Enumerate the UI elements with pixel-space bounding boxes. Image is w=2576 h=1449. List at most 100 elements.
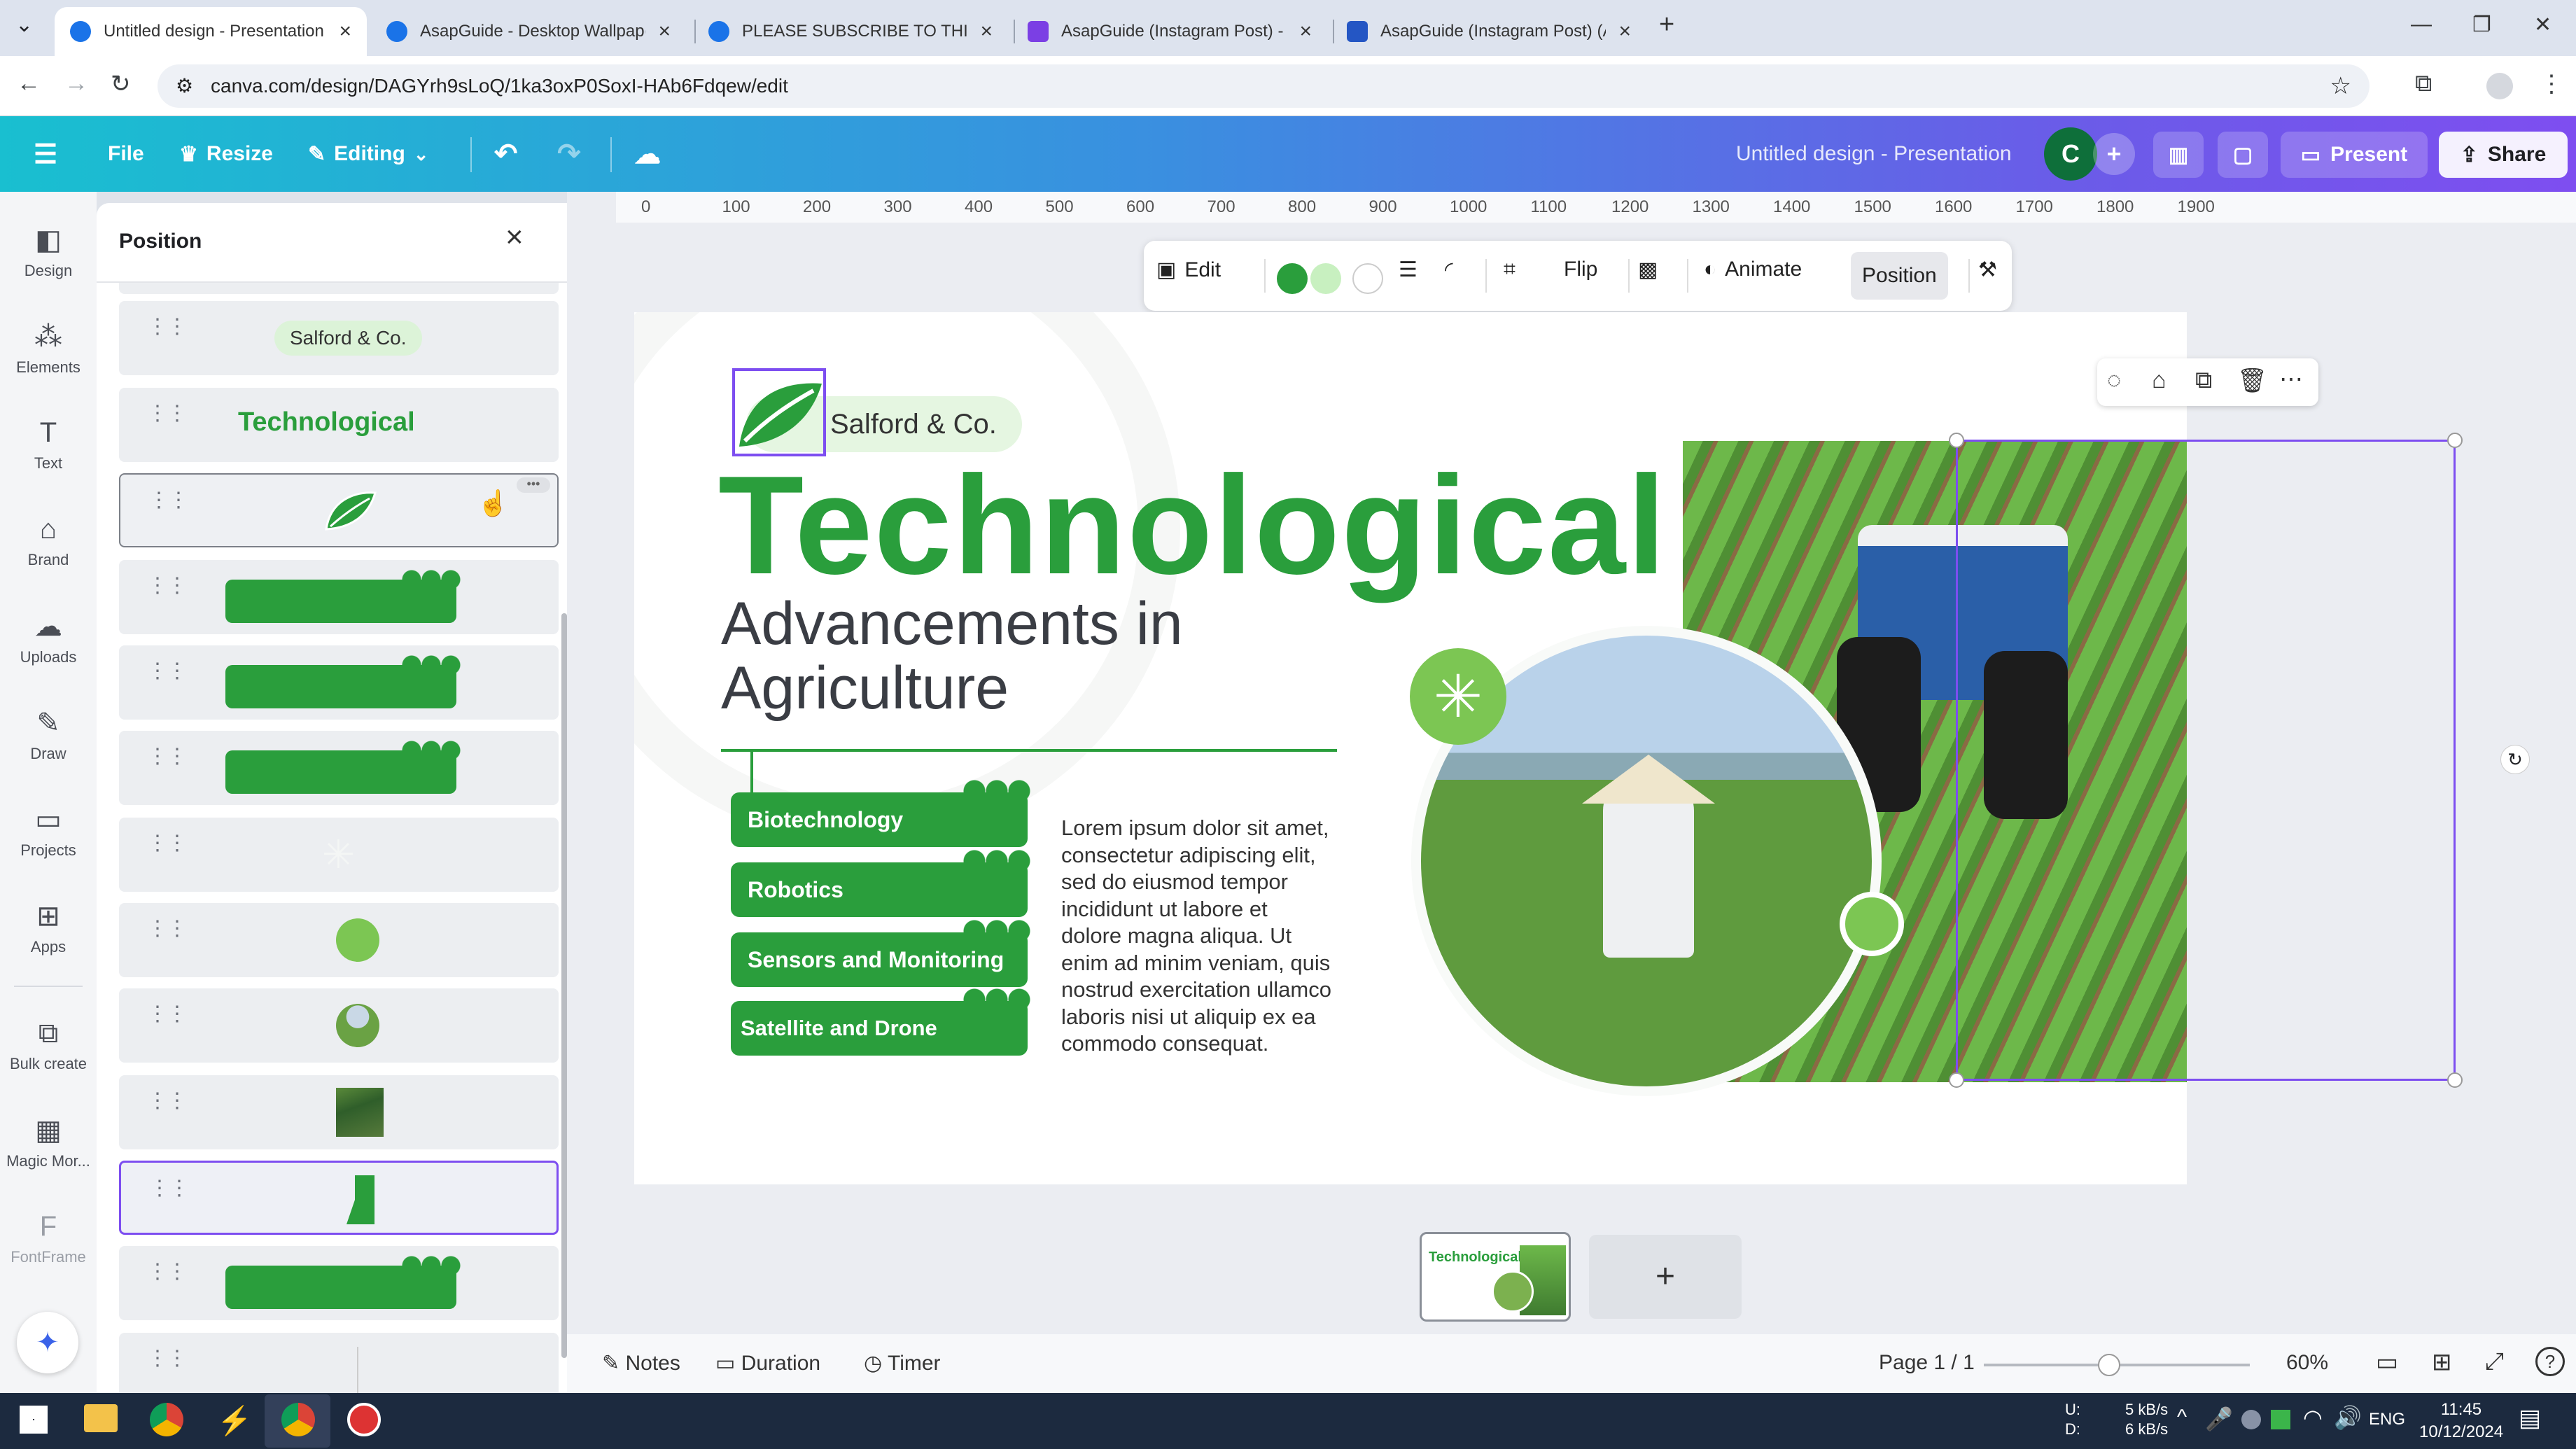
browser-tab-2[interactable]: AsapGuide - Desktop Wallpape × [371, 7, 686, 56]
magic-assistant-icon[interactable]: ✦ [17, 1312, 78, 1373]
edit-image-button[interactable]: ▣ Edit [1156, 258, 1221, 282]
close-tab-icon[interactable]: × [1299, 20, 1312, 43]
layer-item[interactable]: ⋮⋮ [119, 988, 559, 1063]
drag-handle-icon[interactable]: ⋮⋮ [147, 1348, 188, 1369]
add-page-button[interactable]: + [1589, 1235, 1742, 1319]
drag-handle-icon[interactable]: ⋮⋮ [147, 1091, 188, 1112]
sidebar-item-apps[interactable]: ⊞ Apps [0, 900, 97, 956]
sparkle-circle[interactable]: ✳ [1410, 648, 1506, 745]
volume-icon[interactable]: 🔊 [2334, 1404, 2362, 1431]
sidebar-item-bulk-create[interactable]: ⧉ Bulk create [0, 1018, 97, 1073]
app-icon[interactable]: ⚡ [217, 1404, 252, 1437]
close-tab-icon[interactable]: × [980, 20, 993, 43]
drag-handle-icon[interactable]: ⋮⋮ [147, 403, 188, 424]
copy-style-icon[interactable]: ⚒ [1978, 258, 1997, 282]
close-panel-icon[interactable]: × [505, 220, 524, 255]
input-language[interactable]: ENG [2369, 1410, 2405, 1429]
layer-item[interactable]: ⋮⋮ [119, 903, 559, 977]
document-title[interactable]: Untitled design - Presentation [1736, 134, 2012, 174]
layer-item[interactable]: ⋮⋮ [119, 645, 559, 720]
layer-more-icon[interactable]: ••• [517, 477, 550, 493]
clock[interactable]: 11:45 10/12/2024 [2419, 1399, 2503, 1443]
drag-handle-icon[interactable]: ⋮⋮ [147, 918, 188, 939]
extensions-icon[interactable]: ⧉ [2415, 70, 2432, 97]
slide-view-icon[interactable]: ▭ [2376, 1348, 2398, 1376]
slide-title[interactable]: Technological [718, 445, 1667, 606]
user-avatar[interactable]: C [2044, 127, 2097, 181]
sidebar-item-projects[interactable]: ▭ Projects [0, 804, 97, 860]
sidebar-item-draw[interactable]: ✎ Draw [0, 707, 97, 763]
duplicate-icon[interactable]: ⧉ [2195, 367, 2212, 394]
layer-item[interactable]: ⋮⋮ [119, 1075, 559, 1149]
sidebar-item-magic-morph[interactable]: ▦ Magic Mor... [0, 1114, 97, 1170]
color-swatch-white[interactable] [1352, 263, 1383, 294]
tray-app-icon[interactable] [2241, 1410, 2261, 1429]
flip-button[interactable]: Flip [1564, 258, 1597, 281]
editing-mode-button[interactable]: ✎ Editing ⌄ [308, 134, 429, 174]
browser-menu-icon[interactable]: ⋮ [2540, 70, 2563, 98]
transparency-icon[interactable]: ▩ [1638, 258, 1658, 282]
slide-subtitle-line2[interactable]: Agriculture [721, 654, 1009, 723]
main-menu-icon[interactable]: ☰ [34, 134, 57, 174]
site-info-icon[interactable]: ⚙ [176, 64, 193, 108]
add-collaborator-icon[interactable]: + [2093, 133, 2135, 175]
layer-item[interactable]: ⋮⋮ ✳ [119, 818, 559, 892]
file-explorer-icon[interactable] [84, 1404, 118, 1432]
resize-handle[interactable] [1949, 433, 1964, 448]
drag-handle-icon[interactable]: ⋮⋮ [149, 1178, 190, 1199]
present-button[interactable]: ▭ Present [2281, 132, 2428, 178]
browser-tab-3[interactable]: PLEASE SUBSCRIBE TO THIS CH × [693, 7, 1008, 56]
microphone-icon[interactable]: 🎤 [2205, 1406, 2233, 1432]
back-icon[interactable]: ← [17, 70, 41, 97]
tab-search-icon[interactable]: ⌄ [15, 13, 33, 37]
sidebar-item-elements[interactable]: ⁂ Elements [0, 321, 97, 377]
border-style-icon[interactable]: ☰ [1399, 258, 1418, 282]
layer-item[interactable]: ⋮⋮ Salford & Co. [119, 301, 559, 375]
delete-icon[interactable]: 🗑 [2237, 367, 2267, 395]
wifi-icon[interactable]: ◠ [2303, 1404, 2323, 1431]
tray-chevron-icon[interactable]: ^ [2177, 1406, 2187, 1429]
sidebar-item-brand[interactable]: ⌂ Brand [0, 514, 97, 569]
layer-item[interactable]: ⋮⋮ Technological [119, 388, 559, 462]
topic-pill-sensors[interactable]: Sensors and Monitoring [731, 918, 1030, 987]
redo-icon[interactable]: ↷ [557, 134, 581, 174]
minimize-icon[interactable]: — [2411, 13, 2432, 36]
undo-icon[interactable]: ↶ [494, 134, 518, 174]
animate-button[interactable]: ◐ Animate [1704, 258, 1802, 281]
browser-tab-5[interactable]: AsapGuide (Instagram Post) (A × [1331, 7, 1646, 56]
slide-subtitle-line1[interactable]: Advancements in [721, 589, 1183, 659]
fullscreen-icon[interactable]: ⤢ [2485, 1348, 2504, 1376]
close-window-icon[interactable]: ✕ [2534, 13, 2552, 37]
close-tab-icon[interactable]: × [658, 20, 671, 43]
share-button[interactable]: ⇪ Share [2439, 132, 2568, 178]
sidebar-item-uploads[interactable]: ☁ Uploads [0, 610, 97, 666]
color-swatch-light-green[interactable] [1310, 263, 1341, 294]
layer-item[interactable] [119, 283, 559, 294]
resize-handle[interactable] [2447, 1072, 2463, 1088]
bookmark-star-icon[interactable]: ☆ [2330, 64, 2351, 108]
drag-handle-icon[interactable]: ⋮⋮ [147, 316, 188, 337]
sidebar-item-text[interactable]: T Text [0, 417, 97, 472]
color-swatch-green[interactable] [1277, 263, 1308, 294]
drag-handle-icon[interactable]: ⋮⋮ [147, 661, 188, 682]
forward-icon[interactable]: → [64, 70, 88, 97]
restore-icon[interactable]: ❐ [2472, 13, 2491, 37]
crop-icon[interactable]: ⌗ [1504, 258, 1516, 281]
drag-handle-icon[interactable]: ⋮⋮ [147, 1004, 188, 1025]
drag-handle-icon[interactable]: ⋮⋮ [147, 833, 188, 854]
recorder-icon[interactable] [347, 1403, 381, 1436]
leaf-logo-icon[interactable] [732, 368, 826, 456]
sidebar-item-fontframe[interactable]: F FontFrame [0, 1211, 97, 1266]
browser-tab-4[interactable]: AsapGuide (Instagram Post) - Y × [1012, 7, 1327, 56]
comments-icon[interactable]: ▢ [2218, 132, 2268, 178]
panel-scrollbar[interactable] [561, 613, 567, 1358]
browser-tab-1[interactable]: Untitled design - Presentation × [55, 7, 367, 56]
drag-handle-icon[interactable]: ⋮⋮ [147, 575, 188, 596]
cloud-saved-icon[interactable]: ☁ [634, 134, 661, 174]
windows-start-icon[interactable] [20, 1406, 48, 1434]
layer-item[interactable]: ⋮⋮ [119, 560, 559, 634]
zoom-slider-knob[interactable] [2097, 1354, 2120, 1376]
more-options-icon[interactable]: ⋯ [2279, 365, 2303, 393]
close-tab-icon[interactable]: × [339, 20, 351, 43]
rotate-handle-icon[interactable]: ↻ [2500, 745, 2530, 774]
